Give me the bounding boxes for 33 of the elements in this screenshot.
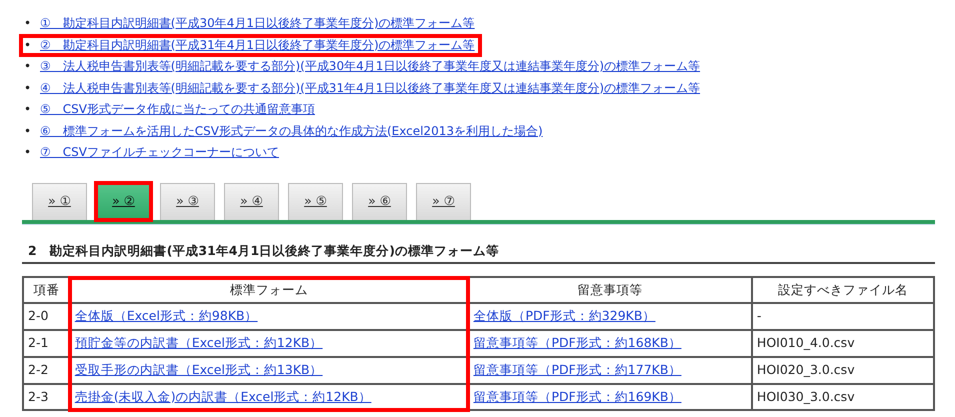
tab[interactable]: » ① bbox=[32, 182, 87, 220]
bullet: • bbox=[24, 36, 32, 54]
tab[interactable]: » ③ bbox=[160, 182, 215, 220]
table-cell: - bbox=[752, 303, 934, 330]
table-cell: 2-3 bbox=[23, 384, 70, 410]
tab[interactable]: » ⑤ bbox=[288, 182, 343, 220]
table-cell: 2-2 bbox=[23, 356, 70, 384]
table-cell: HOI020_3.0.csv bbox=[752, 356, 934, 384]
tab[interactable]: » ⑥ bbox=[352, 182, 407, 220]
nav-link[interactable]: ⑤ CSV形式データ作成に当たっての共通留意事項 bbox=[40, 102, 315, 116]
table-cell: HOI030_3.0.csv bbox=[752, 384, 934, 410]
tab[interactable]: » ② bbox=[96, 182, 151, 220]
bullet: • bbox=[24, 58, 32, 75]
nav-link[interactable]: ⑦ CSVファイルチェックコーナーについて bbox=[40, 145, 279, 159]
bullet: • bbox=[24, 144, 32, 161]
section-heading: 2 勘定科目内訳明細書(平成31年4月1日以後終了事業年度分)の標準フォーム等 bbox=[22, 242, 935, 264]
nav-link[interactable]: ③ 法人税申告書別表等(明細記載を要する部分)(平成30年4月1日以後終了事業年度又は連結事業年度分)の標準フォーム等 bbox=[40, 59, 700, 73]
nav-link[interactable]: ⑥ 標準フォームを活用したCSV形式データの具体的な作成方法(Excel2013を利用した場合) bbox=[40, 124, 543, 138]
column-header: 設定すべきファイル名 bbox=[752, 276, 934, 304]
table-cell: 2-1 bbox=[23, 330, 70, 357]
table-cell: HOI010_4.0.csv bbox=[752, 330, 934, 357]
tab[interactable]: » ④ bbox=[224, 182, 279, 220]
bullet: • bbox=[24, 101, 32, 118]
table-cell: 2-0 bbox=[23, 303, 70, 330]
bullet: • bbox=[24, 15, 32, 32]
tab[interactable]: » ⑦ bbox=[416, 182, 471, 220]
bullet: • bbox=[24, 80, 32, 96]
column-header: 項番 bbox=[23, 276, 70, 304]
nav-link[interactable]: ② 勘定科目内訳明細書(平成31年4月1日以後終了事業年度分)の標準フォーム等 bbox=[40, 38, 475, 52]
nav-link[interactable]: ① 勘定科目内訳明細書(平成30年4月1日以後終了事業年度分)の標準フォーム等 bbox=[40, 16, 475, 30]
nav-link[interactable]: ④ 法人税申告書別表等(明細記載を要する部分)(平成31年4月1日以後終了事業年度又は連結事業年度分)の標準フォーム等 bbox=[40, 80, 700, 94]
column-header: 留意事項等 bbox=[468, 276, 752, 304]
bullet: • bbox=[24, 122, 32, 140]
